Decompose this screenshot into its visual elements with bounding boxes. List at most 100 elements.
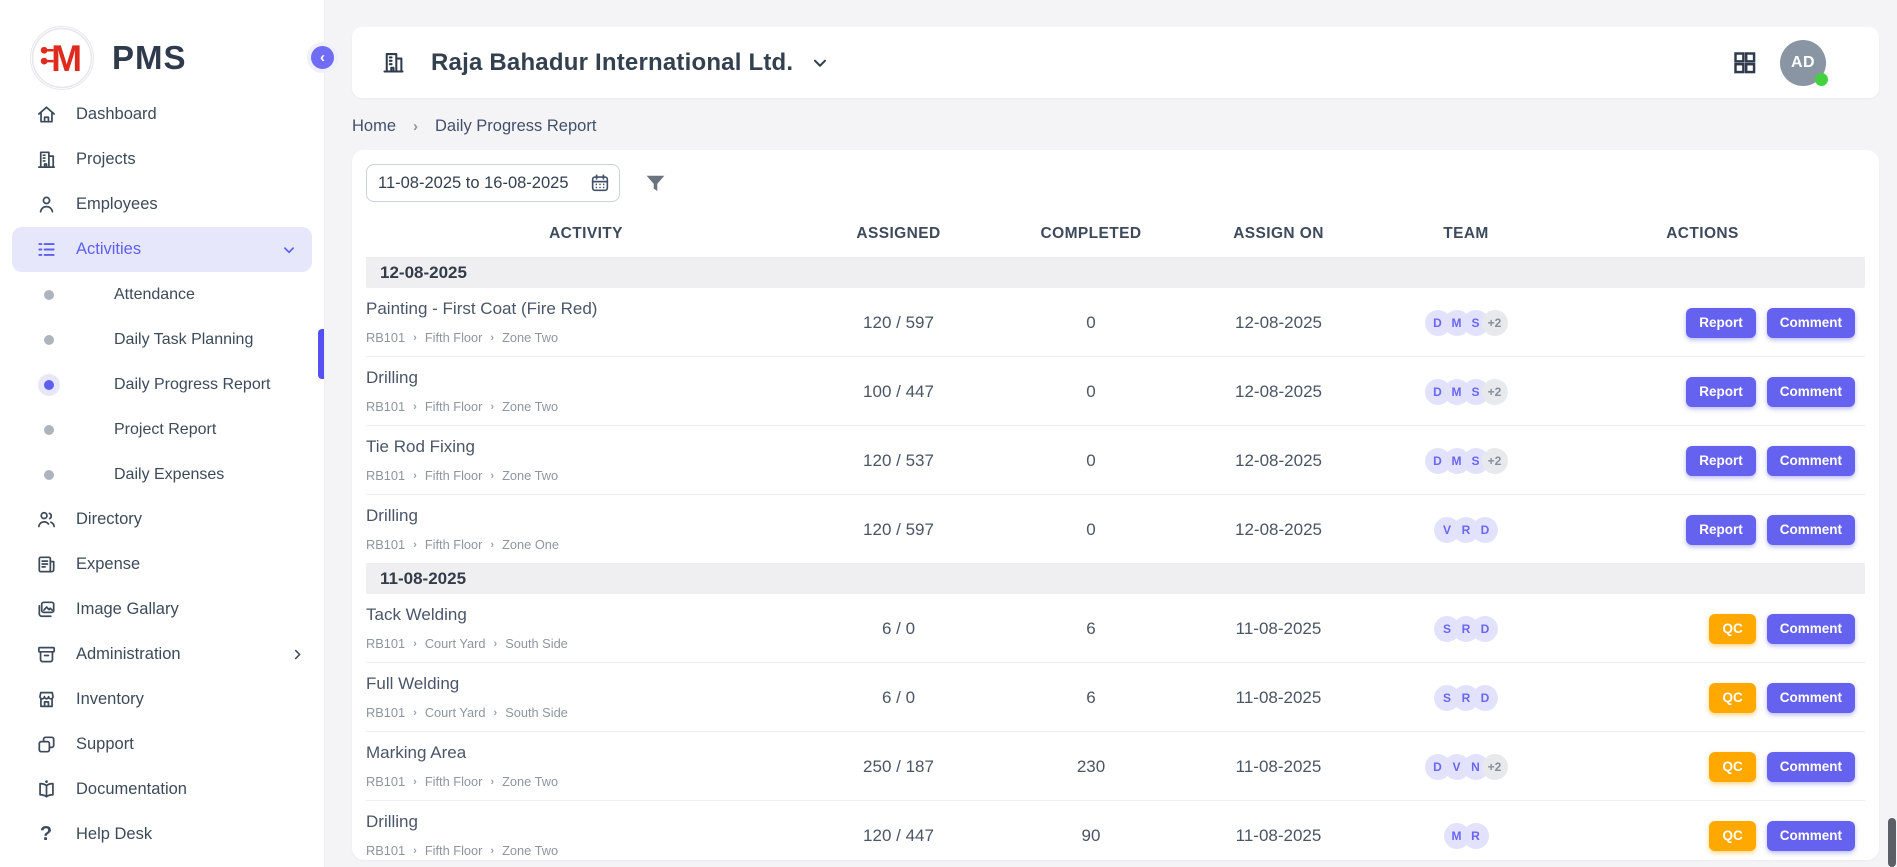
sidebar-item-attendance[interactable]: Attendance <box>0 272 324 317</box>
assigned-value: 120 / 447 <box>806 826 991 846</box>
sidebar-item-daily-task-planning[interactable]: Daily Task Planning <box>0 317 324 362</box>
sidebar-item-expense[interactable]: Expense <box>0 542 324 587</box>
user-menu[interactable]: AD <box>1780 40 1826 86</box>
bullet-icon <box>44 335 54 345</box>
table-row[interactable]: Tie Rod Fixing RB101›Fifth Floor›Zone Tw… <box>366 426 1865 495</box>
storefront-icon <box>34 688 58 712</box>
bullet-icon <box>44 380 54 390</box>
comment-button[interactable]: Comment <box>1767 446 1855 476</box>
activity-location: RB101›Court Yard›South Side <box>366 705 806 720</box>
sidebar-item-inventory[interactable]: Inventory <box>0 677 324 722</box>
date-range-input[interactable] <box>366 164 620 202</box>
sidebar-item-help-desk[interactable]: ? Help Desk <box>0 812 324 857</box>
chevron-right-icon: › <box>413 539 417 551</box>
sidebar-item-activities[interactable]: Activities <box>12 227 312 272</box>
comment-button[interactable]: Comment <box>1767 377 1855 407</box>
sidebar-item-employees[interactable]: Employees <box>0 182 324 227</box>
comment-button[interactable]: Comment <box>1767 821 1855 851</box>
chevron-right-icon: › <box>413 332 417 344</box>
table-row[interactable]: Drilling RB101›Fifth Floor›Zone Two 120 … <box>366 801 1865 860</box>
assign-on-date: 11-08-2025 <box>1191 688 1366 708</box>
sidebar-item-administration[interactable]: Administration <box>0 632 324 677</box>
apps-grid-icon[interactable] <box>1731 49 1758 76</box>
report-button[interactable]: Report <box>1686 515 1756 545</box>
chevron-right-icon: › <box>413 845 417 857</box>
sidebar-item-directory[interactable]: Directory <box>0 497 324 542</box>
company-selector[interactable]: Raja Bahadur International Ltd. <box>380 49 831 77</box>
team-avatars: DMS+2 <box>1366 379 1566 405</box>
app-logo[interactable]: PMS <box>0 0 324 92</box>
person-icon <box>34 193 58 217</box>
assigned-value: 6 / 0 <box>806 619 991 639</box>
sidebar-item-project-report[interactable]: Project Report <box>0 407 324 452</box>
sidebar-item-dashboard[interactable]: Dashboard <box>0 92 324 137</box>
chevron-right-icon: › <box>490 776 494 788</box>
table-row[interactable]: Painting - First Coat (Fire Red) RB101›F… <box>366 288 1865 357</box>
table-row[interactable]: Marking Area RB101›Fifth Floor›Zone Two … <box>366 732 1865 801</box>
activity-title: Drilling <box>366 368 806 388</box>
activity-location: RB101›Fifth Floor›Zone Two <box>366 330 806 345</box>
comment-button[interactable]: Comment <box>1767 683 1855 713</box>
sidebar-item-daily-progress-report[interactable]: Daily Progress Report <box>0 362 324 407</box>
sidebar-item-projects[interactable]: Projects <box>0 137 324 182</box>
sidebar-item-support[interactable]: Support <box>0 722 324 767</box>
chevron-right-icon: › <box>413 776 417 788</box>
topbar-right: AD <box>1731 40 1851 86</box>
chevron-right-icon: › <box>494 638 498 650</box>
chevron-right-icon: › <box>490 539 494 551</box>
table-row[interactable]: Tack Welding RB101›Court Yard›South Side… <box>366 594 1865 663</box>
sidebar-item-daily-expenses[interactable]: Daily Expenses <box>0 452 324 497</box>
chevron-right-icon: › <box>494 707 498 719</box>
breadcrumb-home[interactable]: Home <box>352 117 396 136</box>
assign-on-date: 12-08-2025 <box>1191 451 1366 471</box>
activity-location: RB101›Fifth Floor›Zone Two <box>366 468 806 483</box>
sidebar-item-documentation[interactable]: Documentation <box>0 767 324 812</box>
report-button[interactable]: Report <box>1686 446 1756 476</box>
home-icon <box>34 103 58 127</box>
table-row[interactable]: Full Welding RB101›Court Yard›South Side… <box>366 663 1865 732</box>
bullet-icon <box>44 290 54 300</box>
report-card: ACTIVITY ASSIGNED COMPLETED ASSIGN ON TE… <box>352 150 1879 860</box>
team-avatars: SRD <box>1366 685 1566 711</box>
daily-progress-report-page: PMS Dashboard Projects Employees Activit… <box>0 0 1897 867</box>
sidebar-collapse-button[interactable]: ‹ <box>307 42 338 73</box>
activity-title: Tack Welding <box>366 605 806 625</box>
comment-button[interactable]: Comment <box>1767 614 1855 644</box>
group-date-header: 12-08-2025 <box>366 258 1865 288</box>
comment-button[interactable]: Comment <box>1767 308 1855 338</box>
comment-button[interactable]: Comment <box>1767 515 1855 545</box>
building-icon <box>380 49 407 76</box>
table-row[interactable]: Drilling RB101›Fifth Floor›Zone Two 100 … <box>366 357 1865 426</box>
filter-funnel-icon[interactable] <box>643 171 668 196</box>
question-icon: ? <box>34 823 58 847</box>
completed-value: 6 <box>991 688 1191 708</box>
assigned-value: 120 / 597 <box>806 313 991 333</box>
activity-location: RB101›Fifth Floor›Zone Two <box>366 774 806 789</box>
vertical-scrollbar-thumb[interactable] <box>1888 818 1896 867</box>
archive-icon <box>34 643 58 667</box>
assigned-value: 120 / 537 <box>806 451 991 471</box>
active-section-indicator <box>318 329 324 379</box>
qc-button[interactable]: QC <box>1709 752 1755 782</box>
report-button[interactable]: Report <box>1686 308 1756 338</box>
col-activity: ACTIVITY <box>366 225 806 243</box>
completed-value: 0 <box>991 451 1191 471</box>
qc-button[interactable]: QC <box>1709 683 1755 713</box>
team-avatar: D <box>1472 517 1498 543</box>
col-completed: COMPLETED <box>991 225 1191 243</box>
qc-button[interactable]: QC <box>1709 614 1755 644</box>
report-button[interactable]: Report <box>1686 377 1756 407</box>
chevron-right-icon <box>289 646 306 663</box>
activity-title: Drilling <box>366 506 806 526</box>
completed-value: 6 <box>991 619 1191 639</box>
chevron-right-icon: › <box>413 118 418 135</box>
breadcrumb-current: Daily Progress Report <box>435 117 596 136</box>
topbar: Raja Bahadur International Ltd. AD <box>352 27 1879 98</box>
table-row[interactable]: Drilling RB101›Fifth Floor›Zone One 120 … <box>366 495 1865 564</box>
team-avatar-overflow: +2 <box>1482 310 1508 336</box>
qc-button[interactable]: QC <box>1709 821 1755 851</box>
sidebar-item-image-gallary[interactable]: Image Gallary <box>0 587 324 632</box>
bullet-icon <box>44 470 54 480</box>
assign-on-date: 12-08-2025 <box>1191 520 1366 540</box>
comment-button[interactable]: Comment <box>1767 752 1855 782</box>
